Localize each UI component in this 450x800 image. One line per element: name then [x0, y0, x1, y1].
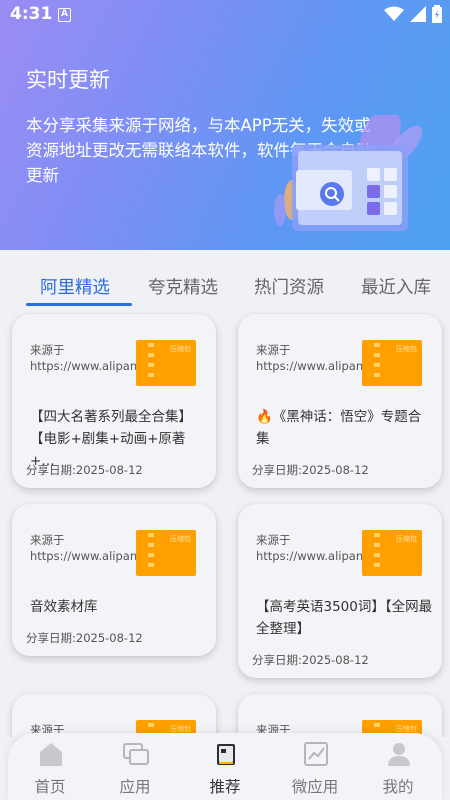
nav-label: 首页: [34, 778, 66, 796]
nav-home[interactable]: 首页: [15, 733, 85, 800]
status-icons: [384, 5, 442, 23]
card-source: 来源于https://www.alipan.com/: [256, 533, 396, 563]
resource-card[interactable]: 来源于 压缩包: [12, 694, 216, 737]
card-title: 【高考英语3500词】【全网最全整理】: [256, 599, 433, 637]
user-icon: [388, 743, 410, 766]
nav-label: 我的: [382, 778, 414, 796]
apps-icon: [123, 743, 149, 765]
nav-recommend[interactable]: 推荐: [190, 733, 260, 800]
card-date: 分享日期:2025-08-12: [252, 653, 369, 667]
card-date: 分享日期:2025-08-12: [26, 631, 143, 645]
nav-micro-apps[interactable]: 微应用: [280, 733, 350, 800]
status-time: 4:31: [10, 4, 53, 24]
update-illustration-icon: [274, 115, 423, 231]
nav-label: 应用: [119, 778, 151, 796]
card-source: 来源于https://www.alipan.com/: [30, 343, 170, 373]
nav-profile[interactable]: 我的: [363, 733, 433, 800]
nav-label: 推荐: [209, 778, 241, 796]
card-source: 来源于https://www.alipan.com/: [30, 533, 170, 563]
notification-icon: A: [58, 8, 71, 22]
archive-thumbnail-icon: 压缩包: [362, 340, 422, 386]
signal-icon: [410, 6, 426, 22]
wifi-icon: [384, 6, 404, 21]
resource-card[interactable]: 来源于https://www.alipan.com/ 压缩包 【高考英语3500…: [238, 504, 442, 678]
nav-apps[interactable]: 应用: [100, 733, 170, 800]
battery-icon: [432, 5, 442, 23]
category-tabs: 阿里精选 夸克精选 热门资源 最近入库: [0, 268, 450, 308]
card-title: 🔥《黑神话：悟空》专题合集: [256, 409, 422, 447]
resource-card[interactable]: 来源于https://www.alipan.com/ 压缩包 🔥《黑神话：悟空》…: [238, 314, 442, 488]
card-date: 分享日期:2025-08-12: [26, 463, 143, 477]
card-date: 分享日期:2025-08-12: [252, 463, 369, 477]
status-bar: 4:31 A: [0, 0, 450, 30]
home-icon: [40, 743, 62, 766]
card-source: 来源于https://www.alipan.com/: [256, 343, 396, 373]
recommend-icon: [217, 744, 235, 765]
archive-thumbnail-icon: 压缩包: [362, 530, 422, 576]
hero-banner: 4:31 A 实时更新 本分享采集来源于网络，与本APP无关，失效或资源地址更改…: [0, 0, 450, 250]
bottom-navigation: 首页 应用 推荐 微应用 我的: [8, 733, 442, 800]
resource-card[interactable]: 来源于 压缩包: [238, 694, 442, 737]
chart-icon: [304, 742, 328, 766]
archive-thumbnail-icon: 压缩包: [136, 340, 196, 386]
tab-hot-resources[interactable]: 热门资源: [254, 274, 324, 299]
resource-card[interactable]: 来源于https://www.alipan.com/ 压缩包 【四大名著系列最全…: [12, 314, 216, 488]
hero-title: 实时更新: [26, 68, 110, 92]
tab-quark-selected[interactable]: 夸克精选: [148, 274, 218, 299]
archive-thumbnail-icon: 压缩包: [136, 530, 196, 576]
resource-grid: 来源于https://www.alipan.com/ 压缩包 【四大名著系列最全…: [0, 312, 450, 737]
resource-card[interactable]: 来源于https://www.alipan.com/ 压缩包 音效素材库 分享日…: [12, 504, 216, 656]
nav-label: 微应用: [291, 778, 339, 796]
tab-ali-selected[interactable]: 阿里精选: [40, 274, 110, 299]
tab-indicator: [26, 303, 132, 306]
tab-recent[interactable]: 最近入库: [361, 274, 431, 299]
card-title: 音效素材库: [30, 599, 98, 615]
